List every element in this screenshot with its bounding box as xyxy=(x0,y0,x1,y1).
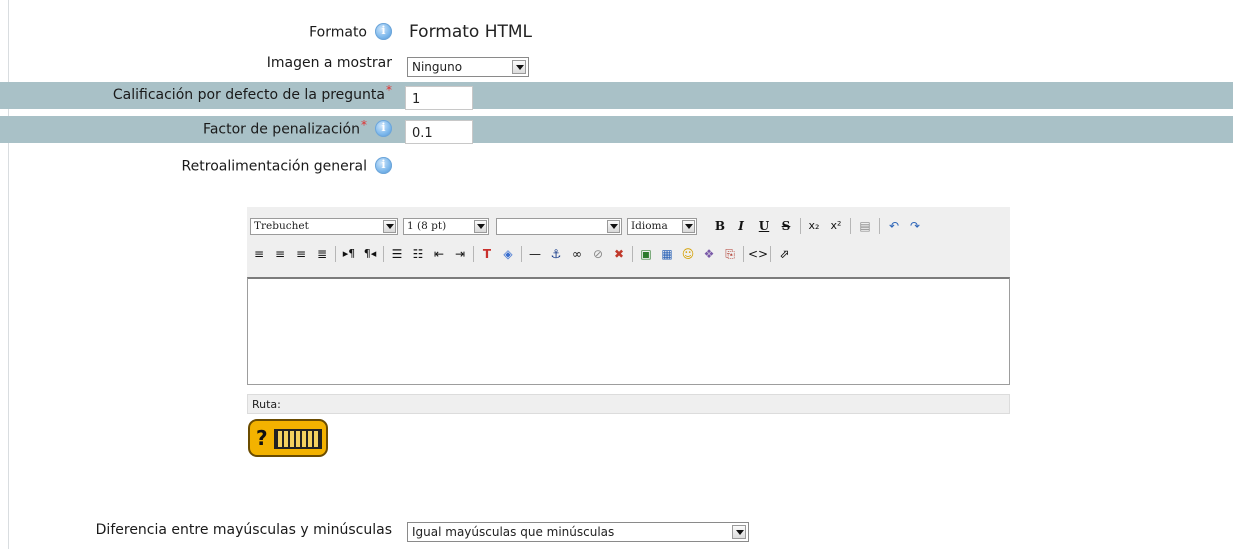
info-icon[interactable] xyxy=(375,23,392,40)
penalty-label-wrap: Factor de penalización* xyxy=(203,117,392,138)
toolbar-separator xyxy=(473,246,474,262)
case-sensitivity-value: Igual mayúsculas que minúsculas xyxy=(412,525,615,539)
chevron-down-icon[interactable] xyxy=(732,525,746,539)
anchor-icon[interactable]: ⚓ xyxy=(547,245,565,263)
ordered-list-icon[interactable]: ☰ xyxy=(388,245,406,263)
penalty-row: Factor de penalización* 0.1 xyxy=(0,116,1233,144)
bold-button[interactable]: B xyxy=(711,217,729,235)
align-right-icon[interactable]: ≡ xyxy=(292,245,310,263)
clean-word-icon[interactable]: ▤ xyxy=(856,217,874,235)
indent-icon[interactable]: ⇥ xyxy=(451,245,469,263)
case-sensitivity-label: Diferencia entre mayúsculas y minúsculas xyxy=(95,522,392,538)
language-value: Idioma xyxy=(631,220,668,232)
rtl-icon[interactable]: ¶◂ xyxy=(361,245,379,263)
penalty-input[interactable]: 0.1 xyxy=(405,120,473,144)
toolbar-separator xyxy=(335,246,336,262)
keyboard-help-icon[interactable]: ? xyxy=(248,419,328,457)
chevron-down-icon[interactable] xyxy=(512,60,526,74)
format-row: Formato Formato HTML xyxy=(0,22,1233,46)
font-family-value: Trebuchet xyxy=(254,220,309,232)
format-label-wrap: Formato xyxy=(309,23,392,41)
image-row: Imagen a mostrar Ninguno xyxy=(0,52,1233,77)
insert-table-icon[interactable]: ▦ xyxy=(658,245,676,263)
toolbar-separator xyxy=(770,246,771,262)
chevron-down-icon[interactable] xyxy=(682,220,695,233)
chevron-down-icon[interactable] xyxy=(607,220,620,233)
general-feedback-label-wrap: Retroalimentación general xyxy=(181,157,392,175)
image-select[interactable]: Ninguno xyxy=(407,57,529,77)
editor-statusbar: Ruta: xyxy=(247,394,1010,414)
unordered-list-icon[interactable]: ☷ xyxy=(409,245,427,263)
image-label: Imagen a mostrar xyxy=(266,55,392,71)
toolbar-separator xyxy=(521,246,522,262)
toolbar-separator xyxy=(879,218,880,234)
general-feedback-row: Retroalimentación general xyxy=(0,156,1233,180)
case-sensitivity-select[interactable]: Igual mayúsculas que minúsculas xyxy=(407,522,749,542)
toolbar-separator xyxy=(383,246,384,262)
default-grade-label-wrap: Calificación por defecto de la pregunta* xyxy=(112,83,392,103)
align-left-icon[interactable]: ≡ xyxy=(250,245,268,263)
editor-path-label: Ruta: xyxy=(252,398,281,411)
align-justify-icon[interactable]: ≣ xyxy=(313,245,331,263)
ltr-icon[interactable]: ▸¶ xyxy=(340,245,358,263)
smiley-icon[interactable]: ☺ xyxy=(679,245,697,263)
info-icon[interactable] xyxy=(375,120,392,137)
undo-icon[interactable]: ↶ xyxy=(885,217,903,235)
underline-button[interactable]: U xyxy=(755,217,773,235)
language-select[interactable]: Idioma xyxy=(627,218,697,235)
question-mark-glyph: ? xyxy=(256,426,268,450)
format-label: Formato xyxy=(309,24,367,41)
link-icon[interactable]: ∞ xyxy=(568,245,586,263)
chevron-down-icon[interactable] xyxy=(383,220,396,233)
general-feedback-label: Retroalimentación general xyxy=(181,158,367,175)
font-family-select[interactable]: Trebuchet xyxy=(250,218,398,235)
case-sensitivity-row: Diferencia entre mayúsculas y minúsculas… xyxy=(0,518,1233,544)
toolbar-separator xyxy=(800,218,801,234)
horizontal-rule-icon[interactable]: — xyxy=(526,245,544,263)
heading-select[interactable] xyxy=(496,218,622,235)
search-replace-icon[interactable]: ⎘ xyxy=(721,245,739,263)
superscript-icon[interactable]: x² xyxy=(827,217,845,235)
insert-image-icon[interactable]: ▣ xyxy=(637,245,655,263)
subscript-icon[interactable]: x₂ xyxy=(805,217,823,235)
default-grade-input[interactable]: 1 xyxy=(405,86,473,110)
default-grade-label: Calificación por defecto de la pregunta xyxy=(112,87,385,103)
align-center-icon[interactable]: ≡ xyxy=(271,245,289,263)
toolbar-separator xyxy=(632,246,633,262)
italic-button[interactable]: I xyxy=(732,217,750,235)
info-icon[interactable] xyxy=(375,157,392,174)
penalty-label: Factor de penalización xyxy=(203,121,360,138)
special-char-icon[interactable]: ❖ xyxy=(700,245,718,263)
nolink-icon[interactable]: ✖ xyxy=(610,245,628,263)
keyboard-glyph xyxy=(274,429,322,449)
required-marker: * xyxy=(361,117,367,132)
fullscreen-icon[interactable]: ⬀ xyxy=(775,245,793,263)
strikethrough-button[interactable]: S xyxy=(777,217,795,235)
unlink-icon[interactable]: ⊘ xyxy=(589,245,607,263)
required-marker: * xyxy=(386,83,392,97)
html-source-icon[interactable]: <> xyxy=(748,245,768,263)
feedback-editor-area[interactable] xyxy=(247,277,1010,385)
toolbar-separator xyxy=(850,218,851,234)
text-color-icon[interactable]: T xyxy=(478,245,496,263)
format-value: Formato HTML xyxy=(409,22,533,42)
outdent-icon[interactable]: ⇤ xyxy=(430,245,448,263)
image-select-value: Ninguno xyxy=(412,60,463,74)
background-color-icon[interactable]: ◈ xyxy=(499,245,517,263)
redo-icon[interactable]: ↷ xyxy=(906,217,924,235)
font-size-value: 1 (8 pt) xyxy=(407,220,447,232)
default-grade-row: Calificación por defecto de la pregunta*… xyxy=(0,82,1233,110)
toolbar-separator xyxy=(743,246,744,262)
chevron-down-icon[interactable] xyxy=(474,220,487,233)
editor-toolbar: Trebuchet 1 (8 pt) Idioma B I U S x₂ x² … xyxy=(247,207,1010,277)
font-size-select[interactable]: 1 (8 pt) xyxy=(403,218,489,235)
